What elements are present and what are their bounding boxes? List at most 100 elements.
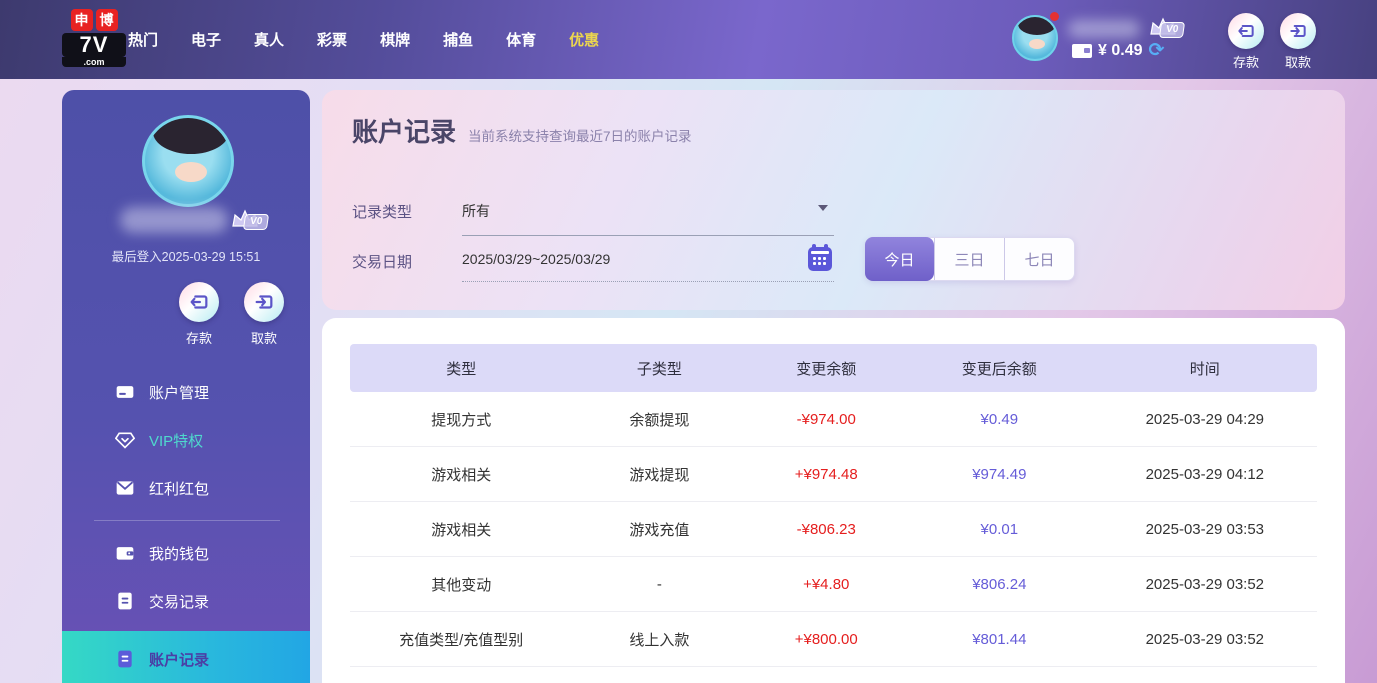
username-blurred	[1068, 20, 1140, 38]
menu-label: 我的钱包	[149, 543, 209, 564]
document-icon	[115, 591, 135, 611]
cell-time: 2025-03-29 04:29	[1093, 411, 1317, 428]
logo-badge-1: 申	[71, 9, 93, 31]
sidebar-withdraw-label: 取款	[242, 328, 286, 347]
cell-type: 游戏相关	[350, 519, 572, 540]
document-icon	[115, 649, 135, 669]
card-icon	[115, 382, 135, 402]
nav-item-sports[interactable]: 体育	[506, 29, 536, 50]
cell-subtype: 余额提现	[572, 409, 746, 430]
nav-item-cards[interactable]: 棋牌	[380, 29, 410, 50]
sidebar-item-vip-privileges[interactable]: VIP特权	[62, 416, 310, 464]
cell-change: -¥806.23	[746, 521, 906, 538]
sidebar-avatar	[142, 115, 234, 207]
chevron-down-icon[interactable]	[818, 205, 828, 211]
table-row: 游戏相关 游戏提现 +¥974.48 ¥974.49 2025-03-29 04…	[350, 447, 1317, 502]
menu-label: 账户记录	[149, 649, 209, 670]
nav-item-fishing[interactable]: 捕鱼	[443, 29, 473, 50]
cell-after: ¥974.49	[906, 466, 1093, 483]
menu-label: VIP特权	[149, 430, 203, 451]
record-type-select[interactable]: 所有	[462, 201, 834, 236]
sidebar-item-account-management[interactable]: 账户管理	[62, 368, 310, 416]
date-range-quick-buttons: 今日 三日 七日	[865, 237, 1075, 281]
cell-time: 2025-03-29 03:52	[1093, 631, 1317, 648]
cell-after: ¥0.01	[906, 521, 1093, 538]
topbar: 申 博 7V .com 热门 电子 真人 彩票 棋牌 捕鱼 体育 优惠 V0 ¥…	[0, 0, 1377, 79]
deposit-icon	[188, 291, 210, 313]
sidebar-item-account-records[interactable]: 账户记录	[62, 631, 310, 683]
sidebar-item-my-wallet[interactable]: 我的钱包	[62, 529, 310, 577]
notification-dot	[1050, 12, 1059, 21]
envelope-icon	[115, 478, 135, 498]
withdraw-label[interactable]: 取款	[1268, 52, 1328, 71]
calendar-icon[interactable]	[808, 247, 832, 271]
col-header-after: 变更后余额	[906, 358, 1093, 379]
col-header-type: 类型	[350, 358, 572, 379]
sidebar-username-blurred	[120, 207, 228, 233]
logo-7v: 7V	[62, 33, 126, 57]
refresh-balance-icon[interactable]: ⟳	[1148, 42, 1164, 60]
cell-type: 其他变动	[350, 574, 572, 595]
sidebar-item-bonus-redpacket[interactable]: 红利红包	[62, 464, 310, 512]
vip-level-badge: V0	[1159, 22, 1185, 38]
date-range-input[interactable]: 2025/03/29~2025/03/29	[462, 251, 834, 282]
main-nav: 热门 电子 真人 彩票 棋牌 捕鱼 体育 优惠	[128, 0, 599, 79]
deposit-icon	[1236, 21, 1256, 41]
cell-time: 2025-03-29 03:52	[1093, 576, 1317, 593]
balance-row: ¥ 0.49 ⟳	[1072, 42, 1164, 60]
user-avatar[interactable]	[1012, 15, 1058, 61]
nav-item-live[interactable]: 真人	[254, 29, 284, 50]
cell-change: +¥800.00	[746, 631, 906, 648]
menu-label: 账户管理	[149, 382, 209, 403]
last-login-text: 最后登入2025-03-29 15:51	[62, 246, 310, 265]
withdraw-icon	[253, 291, 275, 313]
sidebar-item-transaction-records[interactable]: 交易记录	[62, 577, 310, 625]
range-button-7days[interactable]: 七日	[1004, 238, 1074, 280]
page-title: 账户记录	[352, 112, 456, 149]
menu-divider	[94, 520, 280, 521]
table-row: 其他变动 - +¥4.80 ¥806.24 2025-03-29 03:52	[350, 557, 1317, 612]
col-header-subtype: 子类型	[572, 358, 746, 379]
cell-subtype: -	[572, 576, 746, 593]
deposit-label[interactable]: 存款	[1216, 52, 1276, 71]
vip-gem-icon	[115, 430, 135, 450]
site-logo[interactable]: 申 博 7V .com	[62, 9, 126, 67]
table-header-row: 类型 子类型 变更余额 变更后余额 时间	[350, 344, 1317, 392]
table-row: 充值类型/充值型别 线上入款 +¥800.00 ¥801.44 2025-03-…	[350, 612, 1317, 667]
deposit-button[interactable]	[1228, 13, 1264, 49]
records-table-card: 类型 子类型 变更余额 变更后余额 时间 提现方式 余额提现 -¥974.00 …	[322, 318, 1345, 683]
cell-time: 2025-03-29 03:53	[1093, 521, 1317, 538]
sidebar-vip-level-badge: V0	[243, 214, 269, 230]
cell-type: 提现方式	[350, 409, 572, 430]
wallet-icon	[1072, 44, 1092, 58]
col-header-time: 时间	[1093, 358, 1317, 379]
table-row: 提现方式 余额提现 -¥974.00 ¥0.49 2025-03-29 04:2…	[350, 392, 1317, 447]
nav-item-lottery[interactable]: 彩票	[317, 29, 347, 50]
menu-label: 交易记录	[149, 591, 209, 612]
sidebar-deposit-button[interactable]: 存款	[177, 282, 221, 347]
cell-subtype: 线上入款	[572, 629, 746, 650]
nav-item-slots[interactable]: 电子	[191, 29, 221, 50]
table-row: 游戏相关 游戏充值 -¥806.23 ¥0.01 2025-03-29 03:5…	[350, 502, 1317, 557]
cell-type: 游戏相关	[350, 464, 572, 485]
balance-amount: ¥ 0.49	[1098, 42, 1142, 60]
sidebar: V0 最后登入2025-03-29 15:51 存款 取款 账户管理	[62, 90, 310, 683]
date-range-value: 2025/03/29~2025/03/29	[462, 251, 610, 267]
range-button-today[interactable]: 今日	[865, 237, 934, 281]
cell-after: ¥0.49	[906, 411, 1093, 428]
sidebar-deposit-label: 存款	[177, 328, 221, 347]
cell-subtype: 游戏充值	[572, 519, 746, 540]
menu-label: 红利红包	[149, 478, 209, 499]
nav-item-promo[interactable]: 优惠	[569, 29, 599, 50]
nav-item-hot[interactable]: 热门	[128, 29, 158, 50]
page-subtitle: 当前系统支持查询最近7日的账户记录	[468, 125, 692, 145]
withdraw-button[interactable]	[1280, 13, 1316, 49]
sidebar-withdraw-button[interactable]: 取款	[242, 282, 286, 347]
wallet-icon	[115, 543, 135, 563]
logo-com: .com	[62, 57, 126, 67]
table-body: 提现方式 余额提现 -¥974.00 ¥0.49 2025-03-29 04:2…	[350, 392, 1317, 667]
cell-time: 2025-03-29 04:12	[1093, 466, 1317, 483]
record-type-value: 所有	[462, 203, 490, 219]
range-button-3days[interactable]: 三日	[934, 238, 1004, 280]
filter-card: 账户记录 当前系统支持查询最近7日的账户记录 记录类型 所有 交易日期 2025…	[322, 90, 1345, 310]
